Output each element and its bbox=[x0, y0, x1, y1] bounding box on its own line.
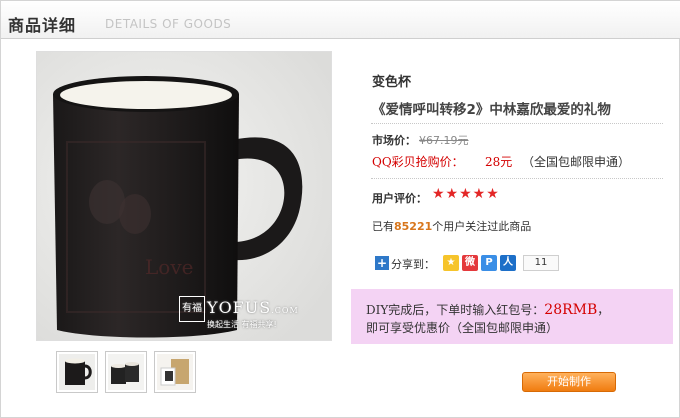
qzone-icon[interactable]: ★ bbox=[443, 255, 459, 271]
qq-price-note: （全国包邮限申通） bbox=[522, 155, 631, 169]
watermark: 有福 YOFUS.COM 换起生活 有福共享! bbox=[179, 296, 299, 330]
watermark-logo: YOFUS.COM bbox=[207, 298, 299, 317]
follow-count: 85221 bbox=[394, 220, 433, 233]
divider bbox=[371, 123, 663, 124]
rating-label: 用户评价： bbox=[372, 192, 427, 205]
thumbnail-1[interactable] bbox=[56, 351, 98, 393]
product-title: 《爱情呼叫转移2》中林嘉欣最爱的礼物 bbox=[372, 102, 611, 118]
qq-price-label: QQ彩贝抢购价： bbox=[372, 155, 464, 169]
follow-count-text: 已有85221个用户关注过此商品 bbox=[372, 220, 532, 233]
mugs-thumb-icon bbox=[108, 354, 144, 390]
svg-text:Love: Love bbox=[145, 255, 193, 279]
market-price: ¥67.19元 bbox=[419, 134, 469, 147]
promo-line-2: 即可享受优惠价（全国包邮限申通） bbox=[366, 321, 559, 335]
section-subtitle: DETAILS OF GOODS bbox=[105, 17, 232, 31]
watermark-slogan: 换起生活 有福共享! bbox=[207, 320, 277, 329]
share-label[interactable]: 分享到： bbox=[391, 256, 435, 272]
promo-line-1: DIY完成后，下单时输入红包号：28RMB， bbox=[366, 302, 610, 318]
share-count: 11 bbox=[523, 255, 559, 271]
divider bbox=[371, 178, 663, 179]
pengyou-icon[interactable]: P bbox=[481, 255, 497, 271]
section-header: 商品详细 DETAILS OF GOODS bbox=[1, 1, 680, 39]
product-detail-panel: 商品详细 DETAILS OF GOODS Love 有福 YOFUS.COM … bbox=[0, 0, 680, 418]
promo-box: DIY完成后，下单时输入红包号：28RMB， 即可享受优惠价（全国包邮限申通） bbox=[351, 289, 673, 344]
thumbnail-2[interactable] bbox=[105, 351, 147, 393]
thumbnail-3[interactable] bbox=[154, 351, 196, 393]
start-making-button[interactable]: 开始制作 bbox=[522, 372, 616, 392]
renren-icon[interactable]: 人 bbox=[500, 255, 516, 271]
mug-thumb-icon bbox=[59, 354, 95, 390]
qq-price: 28元 bbox=[485, 155, 513, 169]
weibo-icon[interactable]: 微 bbox=[462, 255, 478, 271]
watermark-badge: 有福 bbox=[179, 296, 205, 322]
share-plus-icon[interactable]: + bbox=[375, 256, 389, 270]
product-main-image: Love 有福 YOFUS.COM 换起生活 有福共享! bbox=[36, 51, 332, 341]
promo-code: 28RMB bbox=[544, 302, 598, 318]
box-thumb-icon bbox=[157, 354, 193, 390]
section-title: 商品详细 bbox=[8, 16, 77, 35]
rating-stars: ★★★★★ bbox=[432, 186, 500, 202]
market-price-label: 市场价： bbox=[372, 134, 416, 147]
product-name: 变色杯 bbox=[372, 75, 412, 90]
